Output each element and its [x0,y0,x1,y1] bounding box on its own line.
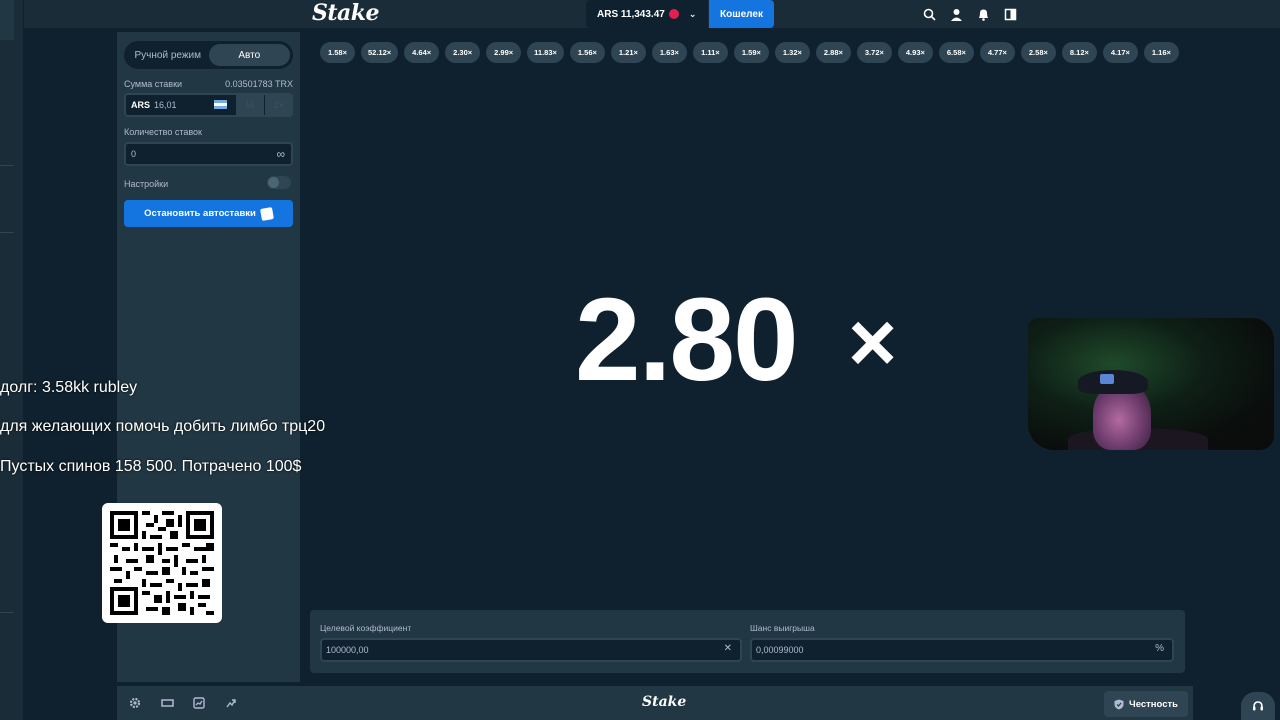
currency-flag-icon [214,100,227,109]
streamer-webcam [1028,318,1274,450]
theatre-mode-icon[interactable] [160,696,174,710]
result-multiplier: 2.80 [575,274,799,406]
top-header: Stake ARS 11,343.47 ⌄ Кошелек [24,0,1280,28]
bets-count-input[interactable]: 0 ∞ [124,142,293,166]
toggle-knob [268,177,279,188]
headset-icon [1253,701,1263,711]
stop-autobet-button[interactable]: Остановить автоставки [124,200,293,227]
target-multiplier-value: 100000,00 [326,645,369,655]
bell-icon[interactable] [975,6,991,22]
stats-icon[interactable] [192,696,206,710]
balance-amount: ARS 11,343.47 [597,8,665,20]
history-chip[interactable]: 4.17× [1102,42,1138,63]
history-chip[interactable]: 2.58× [1020,42,1056,63]
mode-toggle: Ручной режим Авто [124,41,293,69]
divider [0,165,14,166]
game-toolbar: Stake Честность [117,686,1193,720]
bet-amount-input[interactable]: ARS 16,01 ½ 2× [124,93,293,117]
history-chip[interactable]: 1.21× [610,42,646,63]
half-bet-button[interactable]: ½ [236,95,264,115]
history-chip[interactable]: 1.16× [1143,42,1179,63]
stop-autobet-label: Остановить автоставки [144,208,256,219]
currency-coin-icon [668,9,679,19]
bet-amount-label: Сумма ставки [124,79,183,89]
overlay-donate-text: для желающих помочь добить лимбо трц20 [0,418,326,435]
fairness-button[interactable]: Честность [1104,691,1188,717]
cards-icon [259,206,274,221]
stake-footer-logo: Stake [642,694,687,710]
history-chip[interactable]: 1.32× [774,42,810,63]
chevron-down-icon: ⌄ [688,8,697,19]
chat-toggle-icon[interactable] [1002,6,1018,22]
history-chip[interactable]: 1.58× [320,42,355,63]
history-chip[interactable]: 8.12× [1061,42,1097,63]
divider [0,232,14,233]
infinity-icon[interactable]: ∞ [276,147,285,161]
history-chip[interactable]: 1.59× [733,42,769,63]
overlay-debt-text: долг: 3.58kk rubley [0,379,138,396]
history-chip[interactable]: 2.88× [815,42,851,63]
history-chip[interactable]: 4.64× [404,42,440,63]
cap-logo-icon [1100,374,1114,384]
support-button[interactable] [1241,692,1275,720]
history-chip[interactable]: 1.63× [651,42,687,63]
bet-currency: ARS [131,100,151,110]
tab-auto[interactable]: Авто [208,44,290,66]
popout-icon[interactable] [224,696,238,710]
bet-amount-crypto: 0.03501783 TRX [225,79,293,89]
history-chip[interactable]: 4.77× [979,42,1015,63]
target-panel: Целевой коэффициент 100000,00 ✕ Шанс выи… [310,610,1185,673]
history-chip[interactable]: 52.12× [361,42,399,63]
history-chip[interactable]: 1.11× [692,42,728,63]
history-chip[interactable]: 4.93× [897,42,933,63]
settings-label: Настройки [124,179,169,189]
close-icon: ✕ [723,643,732,654]
win-chance-value: 0,00099000 [756,645,804,655]
settings-icon[interactable] [128,696,142,710]
history-chip[interactable]: 2.30× [445,42,481,63]
win-chance-label: Шанс выигрыша [750,623,815,633]
target-multiplier-input[interactable]: 100000,00 ✕ [320,638,742,662]
user-icon[interactable] [948,6,964,22]
bet-value: 16,01 [154,100,177,110]
double-bet-button[interactable]: 2× [265,95,293,115]
search-icon[interactable] [921,6,937,22]
history-chip[interactable]: 1.56× [569,42,605,63]
bets-count-value: 0 [131,149,137,159]
win-chance-input[interactable]: 0,00099000 % [750,638,1174,662]
divider [0,612,14,613]
settings-toggle[interactable] [267,176,291,189]
overlay-spins-text: Пустых спинов 158 500. Потрачено 100$ [0,458,302,475]
shield-icon [1114,699,1124,709]
donation-qr-code [102,503,222,623]
history-chip[interactable]: 6.58× [938,42,974,63]
multiplier-x-symbol: × [848,295,898,389]
nav-toggle-block[interactable] [0,0,14,40]
tab-manual[interactable]: Ручной режим [127,44,209,66]
left-nav-strip [0,0,24,720]
fairness-label: Честность [1129,698,1178,710]
result-history: 1.58× 52.12× 4.64× 2.30× 2.99× 11.83× 1.… [320,42,1179,63]
bets-count-label: Количество ставок [124,127,202,137]
stake-logo[interactable]: Stake [312,0,380,26]
balance-selector[interactable]: ARS 11,343.47 ⌄ [586,0,708,28]
history-chip[interactable]: 3.72× [856,42,892,63]
history-chip[interactable]: 11.83× [527,42,564,63]
wallet-button[interactable]: Кошелек [709,0,774,28]
percent-icon: % [1155,643,1164,654]
history-chip[interactable]: 2.99× [486,42,522,63]
target-multiplier-label: Целевой коэффициент [320,623,412,633]
